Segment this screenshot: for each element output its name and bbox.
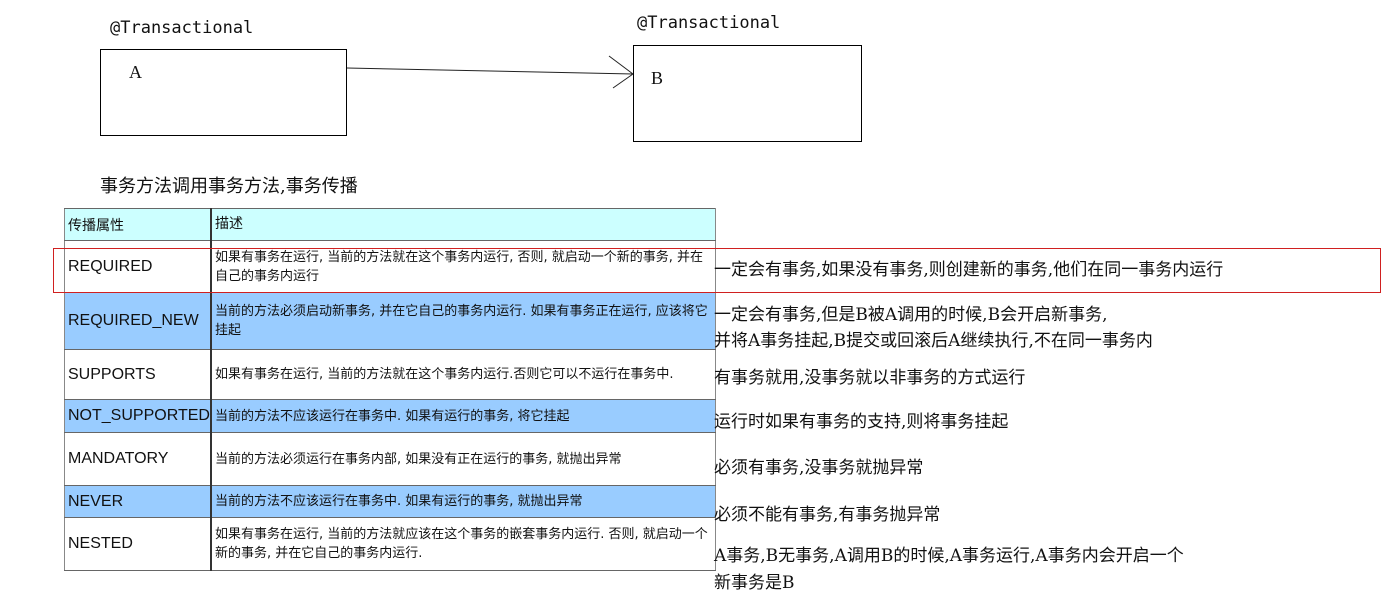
box-a-label: A — [129, 62, 142, 82]
table-row: NEVER 当前的方法不应该运行在事务中. 如果有运行的事务, 就抛出异常 — [63, 485, 716, 518]
row-desc: 如果有事务在运行, 当前的方法就在这个事务内运行.否则它可以不运行在事务中. — [210, 349, 716, 400]
table-row: NESTED 如果有事务在运行, 当前的方法就应该在这个事务的嵌套事务内运行. … — [63, 517, 716, 571]
note-required-new-line1: 一定会有事务,但是B被A调用的时候,B会开启新事务, — [714, 305, 1108, 325]
box-b-label: B — [651, 68, 664, 88]
row-desc: 当前的方法不应该运行在事务中. 如果有运行的事务, 将它挂起 — [210, 399, 716, 433]
table-row: NOT_SUPPORTED 当前的方法不应该运行在事务中. 如果有运行的事务, … — [63, 399, 716, 433]
header-desc: 描述 — [210, 208, 716, 241]
annotation-b: @Transactional — [637, 13, 781, 33]
note-mandatory: 必须有事务,没事务就抛异常 — [714, 458, 924, 478]
propagation-table: 传播属性 描述 REQUIRED 如果有事务在运行, 当前的方法就在这个事务内运… — [63, 208, 716, 571]
row-name: NEVER — [63, 485, 212, 518]
row-desc: 如果有事务在运行, 当前的方法就应该在这个事务的嵌套事务内运行. 否则, 就启动… — [210, 517, 716, 571]
note-never: 必须不能有事务,有事务抛异常 — [714, 505, 941, 525]
box-a: A — [100, 49, 347, 136]
row-desc: 当前的方法不应该运行在事务中. 如果有运行的事务, 就抛出异常 — [210, 485, 716, 518]
row-name: REQUIRED — [63, 240, 212, 293]
note-nested-line1: A事务,B无事务,A调用B的时候,A事务运行,A事务内会开启一个 — [714, 546, 1184, 566]
header-name: 传播属性 — [63, 208, 212, 241]
page-title: 事务方法调用事务方法,事务传播 — [100, 176, 358, 197]
annotation-a: @Transactional — [110, 18, 254, 38]
call-arrow-head-top — [608, 55, 634, 75]
call-arrow-line — [346, 67, 634, 75]
note-supports: 有事务就用,没事务就以非事务的方式运行 — [714, 368, 1026, 388]
row-name: SUPPORTS — [63, 349, 212, 400]
table-row: REQUIRED 如果有事务在运行, 当前的方法就在这个事务内运行, 否则, 就… — [63, 240, 716, 293]
box-b: B — [633, 45, 862, 142]
table-header-row: 传播属性 描述 — [63, 208, 716, 241]
row-desc: 当前的方法必须运行在事务内部, 如果没有正在运行的事务, 就抛出异常 — [210, 432, 716, 486]
table-row: SUPPORTS 如果有事务在运行, 当前的方法就在这个事务内运行.否则它可以不… — [63, 349, 716, 400]
note-not-supported: 运行时如果有事务的支持,则将事务挂起 — [714, 412, 1009, 432]
call-arrow-head-bottom — [612, 73, 634, 89]
note-required: 一定会有事务,如果没有事务,则创建新的事务,他们在同一事务内运行 — [714, 260, 1224, 280]
row-name: NESTED — [63, 517, 212, 571]
row-name: REQUIRED_NEW — [63, 292, 212, 350]
row-name: MANDATORY — [63, 432, 212, 486]
row-desc: 当前的方法必须启动新事务, 并在它自己的事务内运行. 如果有事务正在运行, 应该… — [210, 292, 716, 350]
table-row: MANDATORY 当前的方法必须运行在事务内部, 如果没有正在运行的事务, 就… — [63, 432, 716, 486]
note-nested-line2: 新事务是B — [714, 573, 795, 593]
table-row: REQUIRED_NEW 当前的方法必须启动新事务, 并在它自己的事务内运行. … — [63, 292, 716, 350]
row-desc: 如果有事务在运行, 当前的方法就在这个事务内运行, 否则, 就启动一个新的事务,… — [210, 240, 716, 293]
row-name: NOT_SUPPORTED — [63, 399, 212, 433]
note-required-new-line2: 并将A事务挂起,B提交或回滚后A继续执行,不在同一事务内 — [714, 331, 1153, 351]
